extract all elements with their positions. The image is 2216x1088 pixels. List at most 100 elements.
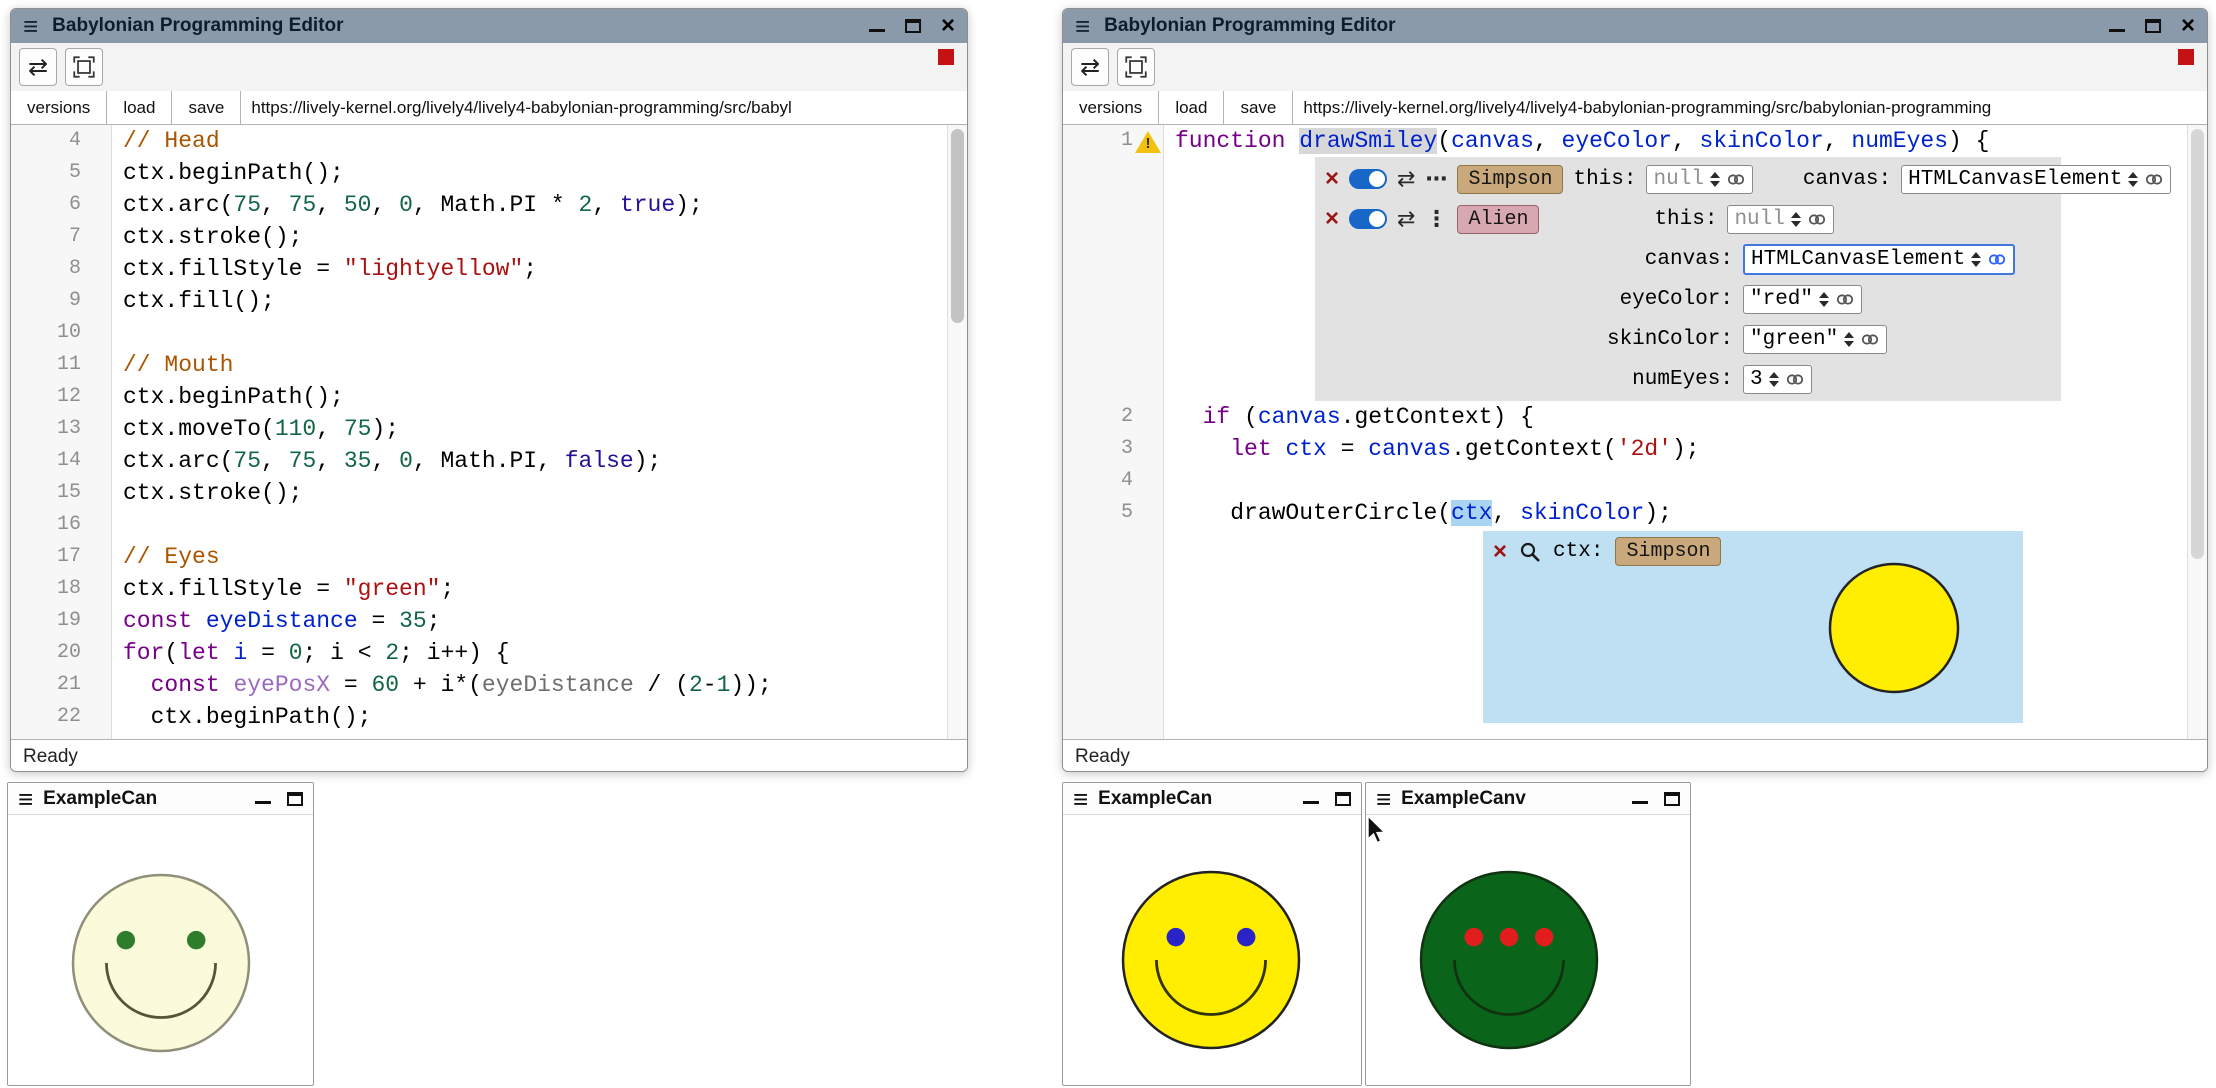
minimize-icon[interactable] [1632,801,1648,804]
tab-save[interactable]: save [1224,91,1293,124]
delete-example-icon[interactable]: × [1325,167,1339,191]
code-line[interactable]: 3 let ctx = canvas.getContext('2d'); [1063,433,2207,465]
frame-button[interactable] [65,48,103,86]
tab-versions[interactable]: versions [11,91,107,124]
code-line[interactable]: 18ctx.fillStyle = "green"; [11,573,967,605]
more-options-vertical-icon[interactable]: ⋮ [1425,207,1447,232]
url-field[interactable]: https://lively-kernel.org/lively4/lively… [1293,91,2207,124]
delete-example-icon[interactable]: × [1325,207,1339,231]
titlebar[interactable]: ≡ ExampleCan [1063,783,1361,815]
maximize-icon[interactable] [287,792,303,806]
maximize-icon[interactable] [905,19,921,33]
titlebar[interactable]: ≡ Babylonian Programming Editor × [1063,9,2207,43]
code-line[interactable]: 20for(let i = 0; i < 2; i++) { [11,637,967,669]
param-value[interactable]: "red" [1750,288,1813,311]
tab-load[interactable]: load [107,91,172,124]
link-icon[interactable] [1807,212,1827,227]
swap-button[interactable]: ⇄ [19,48,57,86]
param-value-widget[interactable]: "green" [1743,325,1887,354]
param-value-widget-canvas[interactable]: HTMLCanvasElement [1901,165,2171,194]
example-badge-alien[interactable]: Alien [1457,205,1539,234]
param-value-widget[interactable]: 3 [1743,365,1812,394]
menu-icon[interactable]: ≡ [18,782,33,816]
close-icon[interactable]: × [2181,13,2195,39]
stepper-icon[interactable] [1791,212,1801,227]
maximize-icon[interactable] [2145,19,2161,33]
link-icon[interactable] [2144,172,2164,187]
param-value[interactable]: 3 [1750,368,1763,391]
link-icon[interactable] [1835,292,1855,307]
maximize-icon[interactable] [1664,792,1680,806]
url-field[interactable]: https://lively-kernel.org/lively4/lively… [241,91,967,124]
code-editor[interactable]: 4// Head5ctx.beginPath();6ctx.arc(75, 75… [11,125,967,739]
titlebar[interactable]: ≡ ExampleCanv [1366,783,1690,815]
code-line[interactable]: 9ctx.fill(); [11,285,967,317]
param-value[interactable]: null [1734,208,1784,231]
link-icon[interactable] [1726,172,1746,187]
minimize-icon[interactable] [869,29,885,32]
code-line[interactable]: 17// Eyes [11,541,967,573]
param-value-widget-this[interactable]: null [1727,205,1833,234]
code-line[interactable]: 8ctx.fillStyle = "lightyellow"; [11,253,967,285]
code-line[interactable]: 12ctx.beginPath(); [11,381,967,413]
maximize-icon[interactable] [1335,792,1351,806]
code-line[interactable]: 5 drawOuterCircle(ctx, skinColor); [1063,497,2207,529]
example-badge-simpson[interactable]: Simpson [1457,165,1563,194]
swap-button[interactable]: ⇄ [1071,48,1109,86]
menu-icon[interactable]: ≡ [23,9,38,43]
stepper-icon[interactable] [1710,172,1720,187]
code-editor[interactable]: 1!function drawSmiley(canvas, eyeColor, … [1063,125,2207,739]
code-line[interactable]: 5ctx.beginPath(); [11,157,967,189]
swap-icon[interactable]: ⇄ [1397,207,1415,232]
magnifier-icon[interactable] [1519,541,1541,563]
param-value[interactable]: HTMLCanvasElement [1751,248,1965,271]
link-icon[interactable] [1785,372,1805,387]
code-line[interactable]: 14ctx.arc(75, 75, 35, 0, Math.PI, false)… [11,445,967,477]
titlebar[interactable]: ≡ ExampleCan [8,783,313,815]
param-value-widget[interactable]: HTMLCanvasElement [1743,244,2015,275]
code-line[interactable]: 1!function drawSmiley(canvas, eyeColor, … [1063,125,2207,157]
probe-example-badge[interactable]: Simpson [1615,537,1721,566]
menu-icon[interactable]: ≡ [1073,782,1088,816]
tab-load[interactable]: load [1159,91,1224,124]
code-line[interactable]: 4 [1063,465,2207,497]
titlebar[interactable]: ≡ Babylonian Programming Editor × [11,9,967,43]
swap-icon[interactable]: ⇄ [1397,167,1415,192]
stepper-icon[interactable] [1844,332,1854,347]
menu-icon[interactable]: ≡ [1376,782,1391,816]
minimize-icon[interactable] [1303,801,1319,804]
param-value[interactable]: null [1653,168,1703,191]
more-options-icon[interactable]: ⋯ [1425,167,1447,192]
smiley-canvas[interactable] [8,815,313,1085]
link-icon[interactable] [1987,252,2007,267]
code-line[interactable]: 10 [11,317,967,349]
code-line[interactable]: 19const eyeDistance = 35; [11,605,967,637]
code-line[interactable]: 16 [11,509,967,541]
code-line[interactable]: 13ctx.moveTo(110, 75); [11,413,967,445]
param-value-widget[interactable]: "red" [1743,285,1862,314]
minimize-icon[interactable] [2109,29,2125,32]
tab-save[interactable]: save [172,91,241,124]
code-line[interactable]: 6ctx.arc(75, 75, 50, 0, Math.PI * 2, tru… [11,189,967,221]
smiley-canvas[interactable] [1366,815,1690,1085]
code-line[interactable]: 11// Mouth [11,349,967,381]
stepper-icon[interactable] [1971,252,1981,267]
param-value[interactable]: "green" [1750,328,1838,351]
smiley-canvas[interactable] [1063,815,1361,1085]
param-value[interactable]: HTMLCanvasElement [1908,168,2122,191]
code-line[interactable]: 2 if (canvas.getContext) { [1063,401,2207,433]
stepper-icon[interactable] [1769,372,1779,387]
code-line[interactable]: 15ctx.stroke(); [11,477,967,509]
code-line[interactable]: 7ctx.stroke(); [11,221,967,253]
code-line[interactable]: 21 const eyePosX = 60 + i*(eyeDistance /… [11,669,967,701]
menu-icon[interactable]: ≡ [1075,9,1090,43]
link-icon[interactable] [1860,332,1880,347]
stepper-icon[interactable] [1819,292,1829,307]
close-icon[interactable]: × [941,13,955,39]
frame-button[interactable] [1117,48,1155,86]
delete-probe-icon[interactable]: × [1493,540,1507,564]
param-value-widget-this[interactable]: null [1646,165,1752,194]
minimize-icon[interactable] [255,801,271,804]
example-toggle[interactable] [1349,169,1387,189]
tab-versions[interactable]: versions [1063,91,1159,124]
